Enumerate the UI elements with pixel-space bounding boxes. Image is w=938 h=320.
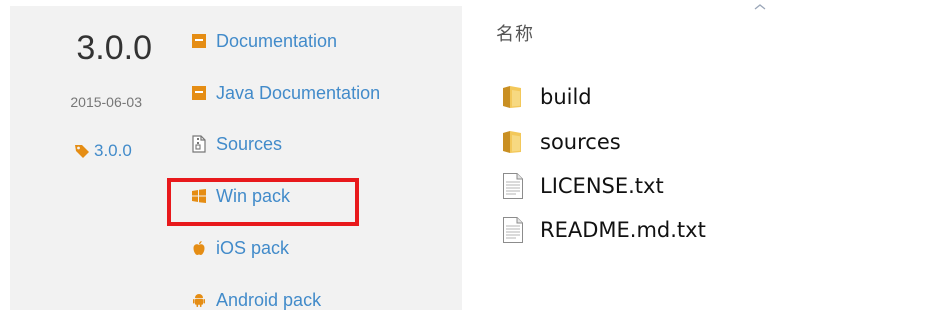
file-name: build — [540, 85, 592, 109]
sources-label: Sources — [216, 133, 283, 154]
file-name: LICENSE.txt — [540, 174, 664, 198]
version-tag-link[interactable]: 3.0.0 — [74, 140, 132, 162]
android-pack-link[interactable]: Android pack — [190, 288, 321, 312]
ios-pack-label: iOS pack — [216, 237, 290, 258]
screenshot-page: 3.0.0 2015-06-03 3.0.0 Documentation Jav… — [0, 0, 938, 320]
file-row-sources[interactable]: sources — [500, 127, 621, 157]
text-file-icon — [500, 215, 526, 245]
android-logo-icon — [190, 291, 208, 309]
file-name: sources — [540, 130, 621, 154]
sources-link[interactable]: Sources — [190, 132, 282, 156]
java-documentation-link[interactable]: Java Documentation — [190, 81, 380, 105]
text-file-icon — [500, 171, 526, 201]
documentation-link[interactable]: Documentation — [190, 29, 337, 53]
file-explorer-panel: 名称 build sources LICENSE.txt README.md.t… — [478, 0, 938, 320]
file-row-license[interactable]: LICENSE.txt — [500, 171, 664, 201]
android-pack-label: Android pack — [216, 289, 322, 310]
sort-arrow-icon — [754, 4, 766, 10]
name-column-header[interactable]: 名称 — [496, 20, 534, 46]
file-name: README.md.txt — [540, 218, 706, 242]
file-row-build[interactable]: build — [500, 82, 592, 112]
apple-logo-icon — [190, 239, 208, 257]
folder-icon — [500, 127, 526, 157]
release-panel: 3.0.0 2015-06-03 3.0.0 Documentation Jav… — [10, 6, 462, 310]
book-icon — [190, 84, 208, 102]
win-pack-highlight-box — [167, 178, 359, 226]
java-documentation-label: Java Documentation — [216, 82, 381, 103]
version-number: 3.0.0 — [76, 29, 152, 67]
book-icon — [190, 32, 208, 50]
ios-pack-link[interactable]: iOS pack — [190, 236, 289, 260]
folder-icon — [500, 82, 526, 112]
file-row-readme[interactable]: README.md.txt — [500, 215, 706, 245]
tag-icon — [75, 145, 89, 158]
zip-file-icon — [190, 135, 208, 153]
release-date: 2015-06-03 — [70, 94, 142, 110]
version-tag-label: 3.0.0 — [94, 141, 132, 160]
documentation-label: Documentation — [216, 30, 338, 51]
